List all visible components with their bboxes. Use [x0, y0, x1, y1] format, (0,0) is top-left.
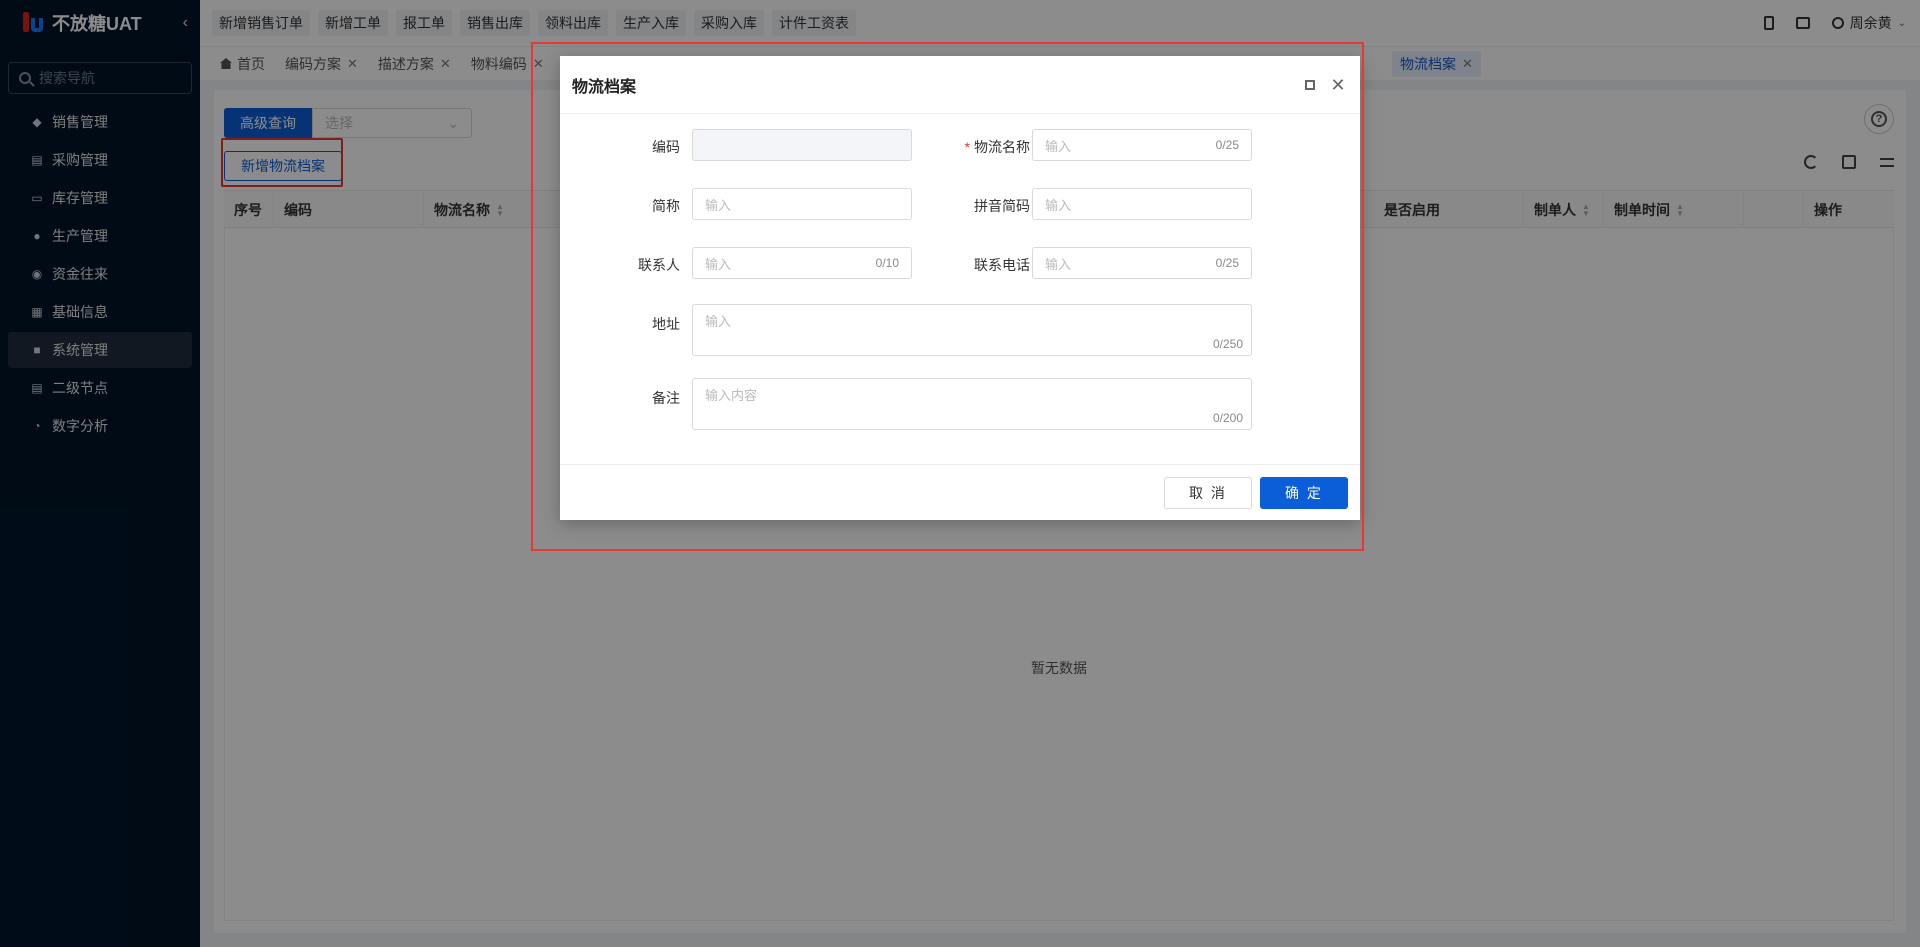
app: 不放糖UAT ‹ ◆销售管理 ▤采购管理 ▭库存管理 ●生产管理 ◉资金往来 ▦…: [0, 0, 1920, 947]
highlight-box-dialog: [531, 42, 1364, 551]
